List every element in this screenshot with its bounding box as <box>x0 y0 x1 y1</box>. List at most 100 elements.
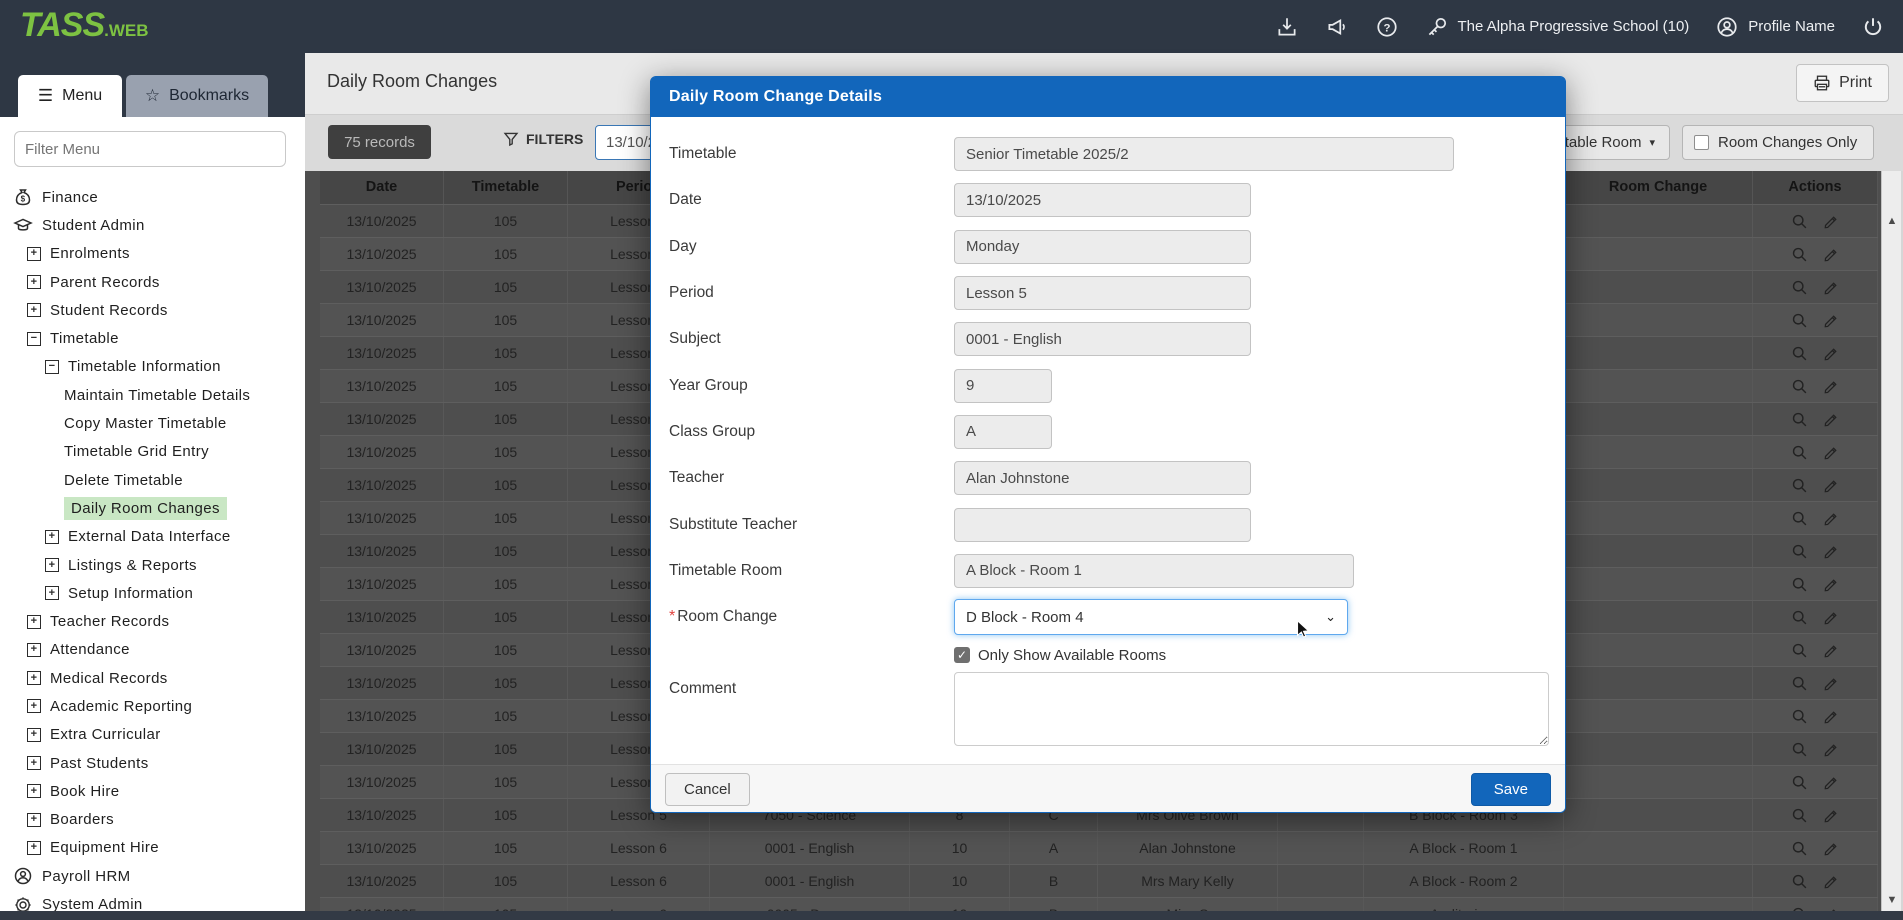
sidebar-item-timetable-grid-entry[interactable]: Timetable Grid Entry <box>0 438 305 466</box>
view-icon[interactable] <box>1791 873 1808 890</box>
edit-icon[interactable] <box>1823 312 1840 329</box>
sidebar-item-student-admin[interactable]: Student Admin <box>0 211 305 239</box>
sidebar-item-daily-room-changes[interactable]: Daily Room Changes <box>0 494 305 522</box>
view-icon[interactable] <box>1791 675 1808 692</box>
expand-icon[interactable]: + <box>45 530 59 544</box>
view-icon[interactable] <box>1791 213 1808 230</box>
sidebar-item-book-hire[interactable]: +Book Hire <box>0 777 305 805</box>
view-icon[interactable] <box>1791 609 1808 626</box>
edit-icon[interactable] <box>1823 543 1840 560</box>
view-icon[interactable] <box>1791 246 1808 263</box>
cancel-button[interactable]: Cancel <box>665 773 750 806</box>
sidebar-item-teacher-records[interactable]: +Teacher Records <box>0 607 305 635</box>
column-header[interactable]: Actions <box>1753 171 1878 204</box>
edit-icon[interactable] <box>1823 840 1840 857</box>
help-icon[interactable]: ? <box>1375 15 1399 39</box>
edit-icon[interactable] <box>1823 741 1840 758</box>
view-icon[interactable] <box>1791 543 1808 560</box>
sidebar-item-timetable-information[interactable]: −Timetable Information <box>0 353 305 381</box>
edit-icon[interactable] <box>1823 279 1840 296</box>
sidebar-item-attendance[interactable]: +Attendance <box>0 636 305 664</box>
profile-menu[interactable]: Profile Name <box>1715 15 1835 39</box>
view-icon[interactable] <box>1791 840 1808 857</box>
sidebar-item-setup-information[interactable]: +Setup Information <box>0 579 305 607</box>
tab-menu[interactable]: ☰Menu <box>18 75 122 117</box>
view-icon[interactable] <box>1791 510 1808 527</box>
collapse-icon[interactable]: − <box>45 360 59 374</box>
view-icon[interactable] <box>1791 807 1808 824</box>
scroll-up-arrow[interactable]: ▲ <box>1882 215 1902 227</box>
view-icon[interactable] <box>1791 378 1808 395</box>
expand-icon[interactable]: + <box>27 728 41 742</box>
expand-icon[interactable]: + <box>27 303 41 317</box>
edit-icon[interactable] <box>1823 774 1840 791</box>
sidebar-item-delete-timetable[interactable]: Delete Timetable <box>0 466 305 494</box>
expand-icon[interactable]: + <box>27 615 41 629</box>
expand-icon[interactable]: + <box>27 247 41 261</box>
sidebar-item-payroll-hrm[interactable]: Payroll HRM <box>0 862 305 890</box>
column-header[interactable]: Room Change <box>1564 171 1753 204</box>
view-icon[interactable] <box>1791 345 1808 362</box>
save-button[interactable]: Save <box>1471 773 1551 806</box>
edit-icon[interactable] <box>1823 609 1840 626</box>
view-icon[interactable] <box>1791 279 1808 296</box>
edit-icon[interactable] <box>1823 807 1840 824</box>
view-icon[interactable] <box>1791 312 1808 329</box>
sidebar-item-past-students[interactable]: +Past Students <box>0 749 305 777</box>
expand-icon[interactable]: + <box>27 841 41 855</box>
edit-icon[interactable] <box>1823 708 1840 725</box>
expand-icon[interactable]: + <box>27 784 41 798</box>
expand-icon[interactable]: + <box>45 558 59 572</box>
edit-icon[interactable] <box>1823 345 1840 362</box>
print-button[interactable]: Print <box>1796 64 1889 102</box>
view-icon[interactable] <box>1791 642 1808 659</box>
room-change-select[interactable]: D Block - Room 4⌄ <box>954 599 1348 635</box>
expand-icon[interactable]: + <box>27 813 41 827</box>
sidebar-item-student-records[interactable]: +Student Records <box>0 296 305 324</box>
column-header[interactable]: Timetable <box>444 171 568 204</box>
sidebar-item-academic-reporting[interactable]: +Academic Reporting <box>0 692 305 720</box>
edit-icon[interactable] <box>1823 378 1840 395</box>
edit-icon[interactable] <box>1823 444 1840 461</box>
menu-filter-input[interactable] <box>14 131 286 167</box>
room-changes-only-checkbox[interactable] <box>1694 135 1709 150</box>
edit-icon[interactable] <box>1823 642 1840 659</box>
view-icon[interactable] <box>1791 477 1808 494</box>
sidebar-item-parent-records[interactable]: +Parent Records <box>0 268 305 296</box>
download-icon[interactable] <box>1275 15 1299 39</box>
expand-icon[interactable]: + <box>27 756 41 770</box>
sidebar-item-copy-master-timetable[interactable]: Copy Master Timetable <box>0 409 305 437</box>
expand-icon[interactable]: + <box>27 671 41 685</box>
edit-icon[interactable] <box>1823 510 1840 527</box>
filters-toggle[interactable]: FILTERS <box>503 131 583 147</box>
logout-power-icon[interactable] <box>1861 15 1885 39</box>
scroll-down-arrow[interactable]: ▼ <box>1882 894 1902 906</box>
vertical-scrollbar[interactable]: ▲ ▼ <box>1881 171 1901 911</box>
expand-icon[interactable]: + <box>45 586 59 600</box>
room-changes-only-filter[interactable]: Room Changes Only <box>1682 125 1874 160</box>
view-icon[interactable] <box>1791 741 1808 758</box>
sidebar-item-maintain-timetable-details[interactable]: Maintain Timetable Details <box>0 381 305 409</box>
edit-icon[interactable] <box>1823 213 1840 230</box>
sidebar-item-external-data-interface[interactable]: +External Data Interface <box>0 523 305 551</box>
sidebar-item-finance[interactable]: $Finance <box>0 183 305 211</box>
view-icon[interactable] <box>1791 708 1808 725</box>
edit-icon[interactable] <box>1823 246 1840 263</box>
expand-icon[interactable]: + <box>27 699 41 713</box>
edit-icon[interactable] <box>1823 411 1840 428</box>
edit-icon[interactable] <box>1823 675 1840 692</box>
tab-bookmarks[interactable]: ☆Bookmarks <box>126 75 268 117</box>
expand-icon[interactable]: + <box>27 275 41 289</box>
view-icon[interactable] <box>1791 444 1808 461</box>
view-icon[interactable] <box>1791 576 1808 593</box>
expand-icon[interactable]: + <box>27 643 41 657</box>
sidebar-item-enrolments[interactable]: +Enrolments <box>0 240 305 268</box>
edit-icon[interactable] <box>1823 477 1840 494</box>
collapse-icon[interactable]: − <box>27 332 41 346</box>
view-icon[interactable] <box>1791 774 1808 791</box>
only-show-available-rooms-checkbox[interactable]: ✓ <box>954 647 970 663</box>
sidebar-item-equipment-hire[interactable]: +Equipment Hire <box>0 834 305 862</box>
view-icon[interactable] <box>1791 411 1808 428</box>
sidebar-item-listings-reports[interactable]: +Listings & Reports <box>0 551 305 579</box>
sidebar-item-extra-curricular[interactable]: +Extra Curricular <box>0 721 305 749</box>
